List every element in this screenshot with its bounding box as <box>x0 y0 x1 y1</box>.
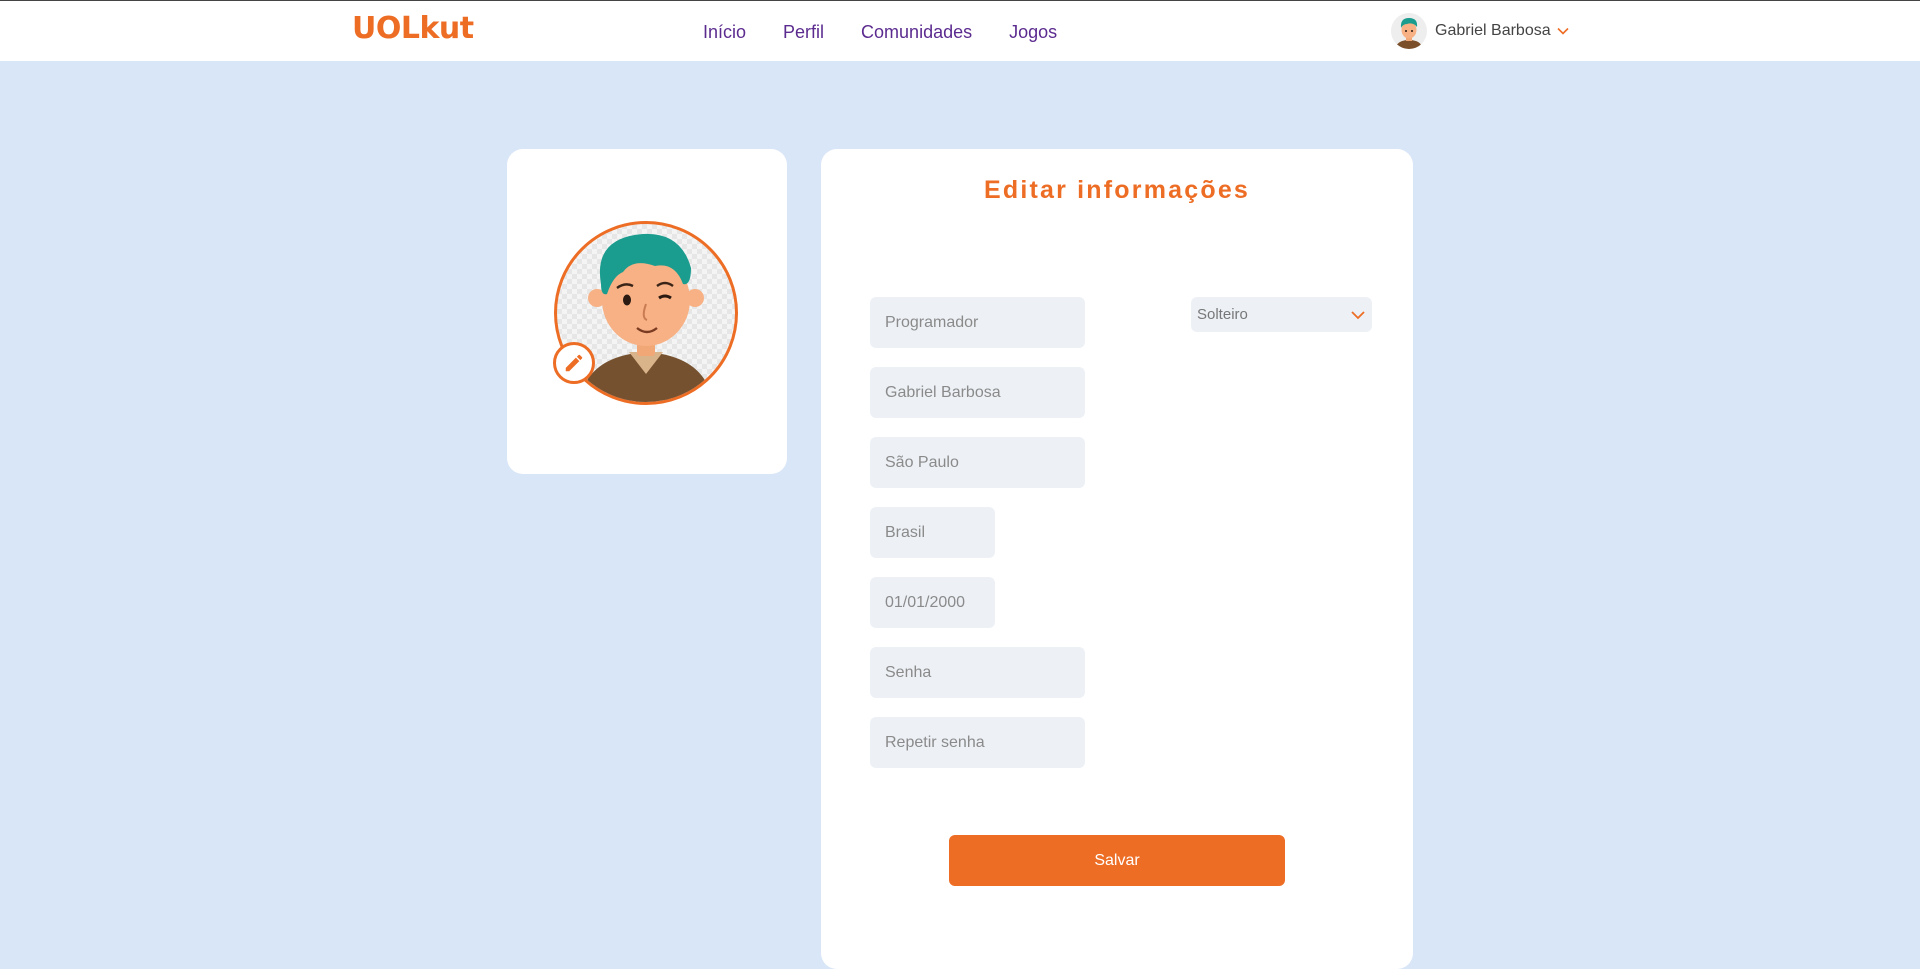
main-nav: Início Perfil Comunidades Jogos <box>703 22 1094 43</box>
birthdate-field[interactable] <box>870 577 995 628</box>
chevron-down-icon <box>1557 27 1569 35</box>
edit-photo-button[interactable] <box>553 342 595 384</box>
top-navbar: UOLkut Início Perfil Comunidades Jogos G… <box>0 0 1920 61</box>
pencil-icon <box>565 354 583 372</box>
city-field[interactable] <box>870 437 1085 488</box>
profession-field[interactable] <box>870 297 1085 348</box>
name-field[interactable] <box>870 367 1085 418</box>
chevron-down-icon <box>1351 310 1365 319</box>
avatar <box>1391 13 1427 49</box>
logo[interactable]: UOLkut <box>352 11 474 46</box>
nav-comunidades[interactable]: Comunidades <box>861 22 972 43</box>
save-button[interactable]: Salvar <box>949 835 1285 886</box>
nav-inicio[interactable]: Início <box>703 22 746 43</box>
form-title: Editar informações <box>983 176 1251 204</box>
profile-photo-card <box>507 149 787 474</box>
nav-jogos[interactable]: Jogos <box>1009 22 1057 43</box>
repeat-password-field[interactable] <box>870 717 1085 768</box>
user-name: Gabriel Barbosa <box>1435 22 1551 39</box>
country-field[interactable] <box>870 507 995 558</box>
relationship-select[interactable]: Solteiro <box>1191 297 1372 332</box>
user-menu[interactable]: Gabriel Barbosa <box>1391 13 1569 49</box>
password-field[interactable] <box>870 647 1085 698</box>
relationship-value: Solteiro <box>1197 306 1248 323</box>
edit-info-card: Editar informações Solteiro Salvar <box>821 149 1413 969</box>
nav-perfil[interactable]: Perfil <box>783 22 824 43</box>
